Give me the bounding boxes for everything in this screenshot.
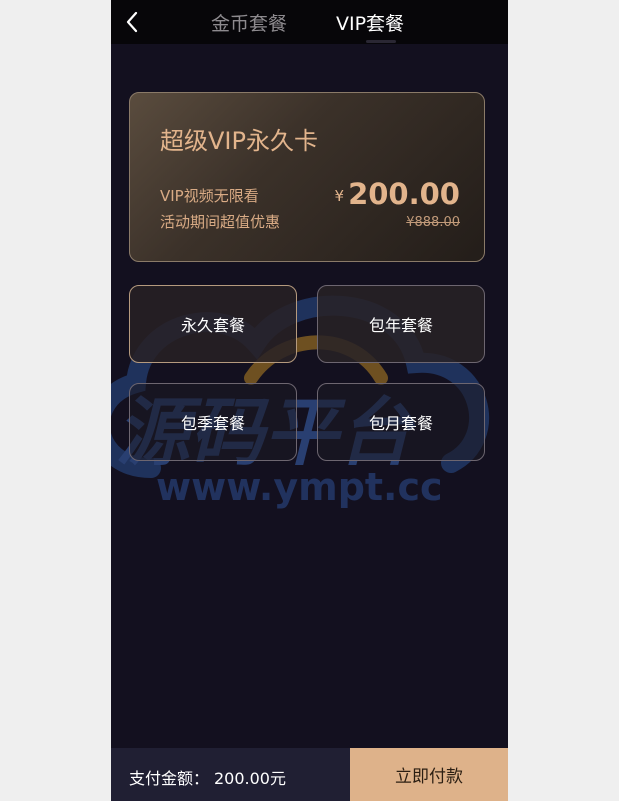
package-quarterly-button[interactable]: 包季套餐: [129, 383, 297, 461]
original-price: ¥888.00: [406, 215, 460, 230]
pay-now-button[interactable]: 立即付款: [350, 748, 508, 801]
tab-coin-packages[interactable]: 金币套餐: [211, 12, 287, 36]
watermark-text-url: www.ympt.cc: [156, 465, 443, 509]
package-yearly-button[interactable]: 包年套餐: [317, 285, 485, 363]
price-amount: 200.00: [348, 177, 460, 211]
featured-vip-card[interactable]: 超级VIP永久卡 VIP视频无限看 活动期间超值优惠 ¥200.00 ¥888.…: [129, 92, 485, 262]
card-price: ¥200.00: [335, 177, 460, 211]
payment-total: 支付金额： 200.00元: [111, 748, 350, 801]
tab-vip-packages[interactable]: VIP套餐: [336, 12, 404, 36]
card-description-line1: VIP视频无限看: [160, 187, 259, 205]
total-value: 200.00元: [214, 769, 286, 788]
card-title: 超级VIP永久卡: [160, 127, 318, 155]
active-tab-indicator: [366, 40, 396, 43]
package-monthly-button[interactable]: 包月套餐: [317, 383, 485, 461]
top-nav-bar: 金币套餐 VIP套餐: [111, 0, 508, 44]
back-arrow-icon[interactable]: [121, 9, 145, 35]
app-screen: 金币套餐 VIP套餐 源码平台 www.ympt.cc 超级VIP永久卡 VIP…: [111, 0, 508, 801]
card-description-line2: 活动期间超值优惠: [160, 213, 281, 231]
payment-bar: 支付金额： 200.00元 立即付款: [111, 748, 508, 801]
total-label: 支付金额：: [129, 769, 210, 788]
currency-symbol: ¥: [334, 187, 345, 205]
package-permanent-button[interactable]: 永久套餐: [129, 285, 297, 363]
